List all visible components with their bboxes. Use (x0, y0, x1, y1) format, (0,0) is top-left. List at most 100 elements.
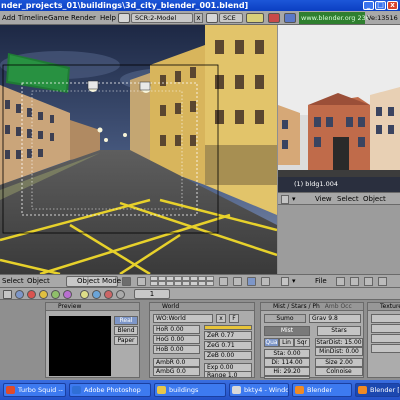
taskbar-blender-active[interactable]: Blender [d (355, 383, 400, 397)
draw-type-icon[interactable] (122, 277, 131, 286)
object-context-icon[interactable] (39, 290, 48, 299)
layer-buttons[interactable] (150, 276, 214, 287)
mist-tab-label[interactable]: Mist / Stars / Ph (273, 303, 320, 310)
editing-context-icon[interactable] (51, 290, 60, 299)
menu-render[interactable]: Render (71, 13, 96, 23)
preview-panel: Preview Real Blend Paper (45, 302, 140, 378)
star-size-field[interactable]: Size 2.00 (315, 358, 363, 367)
preview-real-button[interactable]: Real (114, 316, 138, 325)
texture-slot-2[interactable] (371, 324, 400, 333)
lamp-icon[interactable] (80, 290, 89, 299)
menu-select-viewport[interactable]: Select (2, 277, 24, 286)
scene-context-icon[interactable] (63, 290, 72, 299)
screen-name-field[interactable]: SCR:2-Model (131, 13, 193, 23)
screen-delete-button[interactable]: x (194, 13, 203, 23)
main-menu-bar: Add Timeline Game Render Help SCR:2-Mode… (0, 11, 400, 25)
world-name-field[interactable]: WO:World (153, 314, 213, 323)
mist-start-field[interactable]: Sta: 0.00 (264, 349, 310, 358)
mist-intensity-field[interactable] (264, 376, 310, 379)
radiosity-icon[interactable] (116, 290, 125, 299)
menu-timeline[interactable]: Timeline (18, 13, 48, 23)
menu-help[interactable]: Help (100, 13, 116, 23)
render-preview-window[interactable]: (1) bldg1.004 (278, 25, 400, 192)
gravity-field[interactable]: Grav 9.8 (309, 314, 361, 323)
mist-falloff-quadratic[interactable]: Qua (264, 338, 279, 347)
lock-icon[interactable] (219, 277, 228, 286)
stop-icon[interactable] (378, 277, 387, 286)
pivot-icon[interactable] (137, 277, 146, 286)
menu-add[interactable]: Add (2, 13, 16, 23)
world-ambient-red[interactable]: AmbR 0.0 (153, 358, 200, 367)
material-icon[interactable] (92, 290, 101, 299)
play-icon[interactable] (350, 277, 359, 286)
menu-object[interactable]: Object (363, 195, 386, 204)
world-fake-user-button[interactable]: F (229, 314, 239, 323)
taskbar-bkty4-window[interactable]: bkty4 - Window... (229, 383, 289, 397)
mist-depth-field[interactable]: Di: 114.00 (264, 358, 310, 367)
window-type-icon-2[interactable] (281, 277, 289, 286)
anim-icon[interactable] (364, 277, 373, 286)
preview-paper-button[interactable]: Paper (114, 336, 138, 345)
texture-slot-4[interactable] (371, 344, 400, 353)
scene-name-field[interactable]: SCE (219, 13, 243, 23)
mist-panel-title: Mist / Stars / Ph Amb Occ (261, 303, 363, 311)
shading-context-icon[interactable] (27, 290, 36, 299)
taskbar-turbo-squid[interactable]: Turbo Squid -- P... (3, 383, 66, 397)
preview-blend-button[interactable]: Blend (114, 326, 138, 335)
grab-icon[interactable] (261, 277, 270, 286)
camera-view-icon[interactable] (233, 277, 242, 286)
star-min-dist-field[interactable]: MinDist: 0.00 (315, 347, 363, 356)
scene-stats: Ve:13516 | Fa:1 (367, 14, 400, 22)
menu-view[interactable]: View (315, 195, 332, 204)
menu-game[interactable]: Game (48, 13, 69, 23)
menu-select[interactable]: Select (337, 195, 359, 204)
texture-slot-1[interactable] (371, 314, 400, 323)
outliner-area[interactable] (278, 205, 400, 274)
minimize-button[interactable]: _ (363, 1, 374, 10)
mist-toggle-button[interactable]: Mist (264, 326, 310, 336)
taskbar-blender[interactable]: Blender (292, 383, 352, 397)
mist-falloff-linear[interactable]: Lin (279, 338, 294, 347)
mist-falloff-square[interactable]: Sqr (294, 338, 310, 347)
world-zenith-color-swatch[interactable] (204, 325, 252, 330)
object-mode-select[interactable]: Object Mode (66, 276, 121, 287)
menu-object-viewport[interactable]: Object (27, 277, 50, 286)
mist-height-field[interactable]: Hi: 29.20 (264, 367, 310, 376)
world-zenith-red[interactable]: ZeR 0.77 (204, 331, 252, 340)
world-horizon-green[interactable]: HoG 0.00 (153, 335, 200, 344)
window-type-icon[interactable] (281, 195, 289, 204)
scene-browse-icon[interactable] (206, 13, 218, 23)
buttons-window-header: 1 (0, 287, 400, 300)
world-range-field[interactable]: Range 1.0 (204, 371, 252, 378)
world-zenith-blue[interactable]: ZeB 0.00 (204, 351, 252, 360)
world-horizon-blue[interactable]: HoB 0.00 (153, 345, 200, 354)
screen-browse-icon[interactable] (118, 13, 130, 23)
star-colnoise-field[interactable]: Colnoise (315, 367, 363, 376)
render-preview-icon[interactable] (247, 277, 256, 286)
render-button-icon[interactable] (336, 277, 345, 286)
world-zenith-green[interactable]: ZeG 0.71 (204, 341, 252, 350)
stars-toggle-button[interactable]: Stars (317, 326, 361, 336)
logic-context-icon[interactable] (15, 290, 24, 299)
blender-org-link[interactable]: www.blender.org 236 (299, 12, 370, 24)
3d-viewport[interactable] (0, 25, 277, 274)
world-delete-button[interactable]: x (216, 314, 226, 323)
physics-engine-select[interactable]: Sumo (264, 314, 306, 323)
texture-icon[interactable] (104, 290, 113, 299)
star-dist-field[interactable]: StarDist: 15.00 (315, 338, 363, 347)
world-ambient-green[interactable]: AmbG 0.0 (153, 367, 200, 376)
world-horizon-red[interactable]: HoR 0.00 (153, 325, 200, 334)
buttons-type-icon[interactable] (3, 290, 12, 299)
amb-occ-tab-label[interactable]: Amb Occ (325, 303, 352, 310)
collapse-arrow-icon[interactable]: ▾ (292, 195, 296, 204)
maximize-button[interactable]: □ (375, 1, 386, 10)
frame-number-field[interactable]: 1 (134, 289, 170, 299)
render-icon[interactable] (268, 13, 280, 23)
taskbar-photoshop[interactable]: Adobe Photoshop (69, 383, 151, 397)
taskbar-buildings-folder[interactable]: buildings (154, 383, 226, 397)
close-window-button[interactable]: x (387, 1, 398, 10)
blender-icon (295, 386, 304, 394)
collapse-arrow-icon-2[interactable]: ▾ (292, 277, 296, 286)
menu-file[interactable]: File (315, 277, 327, 286)
texture-slot-3[interactable] (371, 334, 400, 343)
